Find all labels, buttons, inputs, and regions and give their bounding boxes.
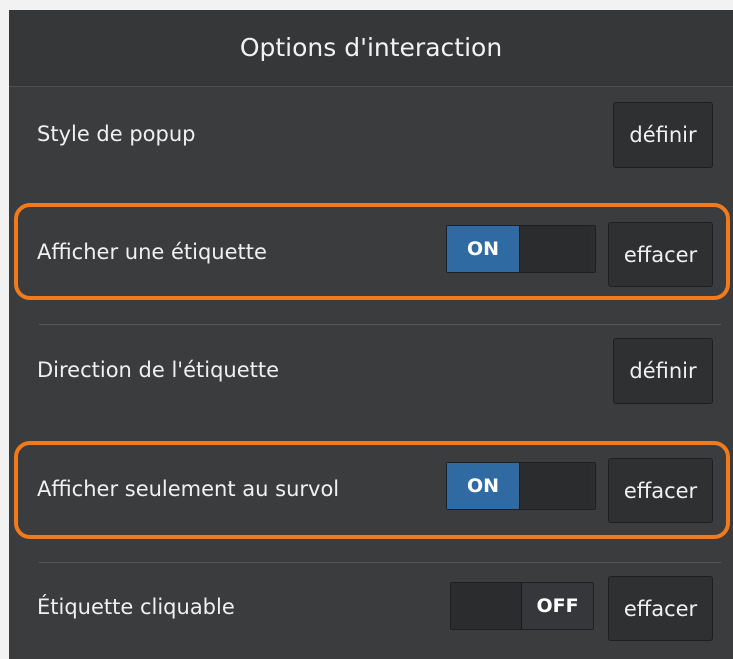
toggle-off-state: OFF xyxy=(522,583,593,629)
interaction-options-panel: Options d'interaction Style de popup déf… xyxy=(9,10,733,659)
highlight-show-label xyxy=(14,203,730,300)
clickable-label-toggle[interactable]: OFF xyxy=(450,582,594,630)
label-direction-define-button[interactable]: définir xyxy=(613,338,713,404)
clickable-label-clear-button[interactable]: effacer xyxy=(608,576,713,641)
section-divider xyxy=(39,562,721,563)
toggle-knob xyxy=(451,583,522,629)
panel-title: Options d'interaction xyxy=(9,10,733,87)
section-divider xyxy=(39,324,721,325)
label-direction-label: Direction de l'étiquette xyxy=(37,358,280,382)
popup-style-label: Style de popup xyxy=(37,122,196,146)
highlight-show-on-hover xyxy=(14,441,730,539)
popup-style-define-button[interactable]: définir xyxy=(613,102,713,168)
clickable-label-label: Étiquette cliquable xyxy=(37,595,235,619)
